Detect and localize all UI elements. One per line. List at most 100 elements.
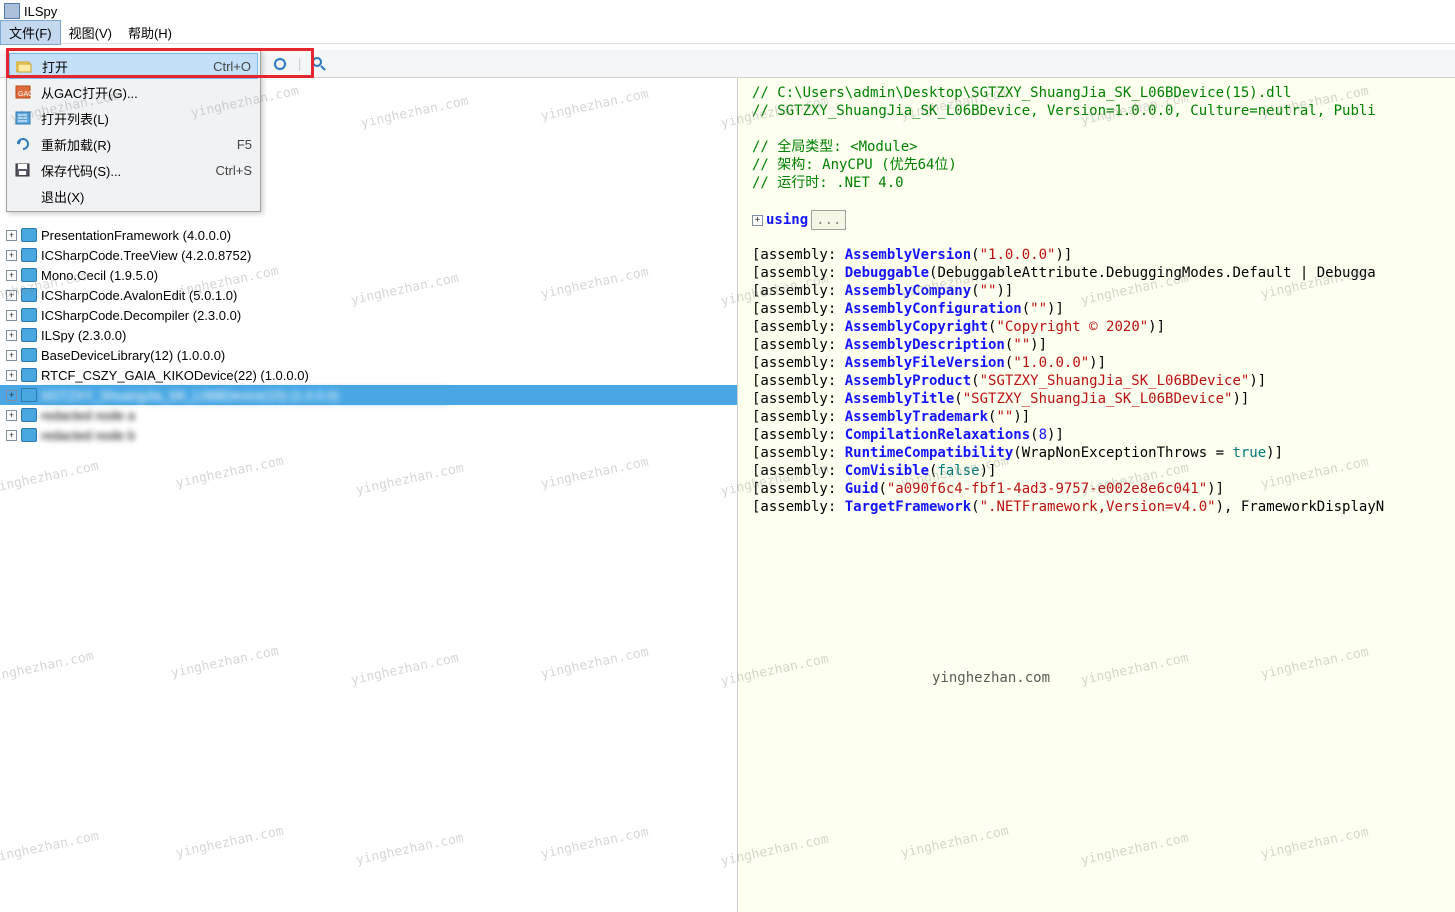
tree-node[interactable]: + ICSharpCode.AvalonEdit (5.0.1.0)	[0, 285, 737, 305]
search-icon[interactable]	[309, 54, 329, 74]
tree-node[interactable]: + Mono.Cecil (1.9.5.0)	[0, 265, 737, 285]
tree-node-label: ICSharpCode.TreeView (4.2.0.8752)	[41, 248, 251, 263]
svg-text:GAC: GAC	[18, 91, 31, 98]
tree-node-label: RTCF_CSZY_GAIA_KIKODevice(22) (1.0.0.0)	[41, 368, 309, 383]
list-open-icon	[9, 111, 37, 125]
code-comment-line: // 架构: AnyCPU (优先64位)	[752, 156, 1455, 174]
gac-icon: GAC	[9, 85, 37, 99]
file-menu-save-label: 保存代码(S)...	[37, 161, 216, 180]
menubar-help[interactable]: 帮助(H)	[120, 21, 180, 44]
code-attribute-line: [assembly: TargetFramework(".NETFramewor…	[752, 498, 1455, 516]
file-menu-reload[interactable]: 重新加载(R) F5	[9, 131, 258, 157]
menubar-file[interactable]: 文件(F)	[0, 20, 61, 45]
tree-node[interactable]: +ICSharpCode.Decompiler (2.3.0.0)	[0, 305, 737, 325]
expand-icon[interactable]: +	[6, 390, 17, 401]
assembly-icon	[21, 288, 37, 302]
code-attribute-line: [assembly: AssemblyVersion("1.0.0.0")]	[752, 246, 1455, 264]
code-attribute-line: [assembly: AssemblyTrademark("")]	[752, 408, 1455, 426]
file-menu-open-list-label: 打开列表(L)	[37, 109, 252, 128]
nav-icon[interactable]	[270, 54, 290, 74]
code-attribute-line: [assembly: AssemblyConfiguration("")]	[752, 300, 1455, 318]
code-comment-line: // C:\Users\admin\Desktop\SGTZXY_ShuangJ…	[752, 84, 1455, 102]
tree-node[interactable]: + redacted node a	[0, 405, 737, 425]
file-menu-open-list[interactable]: 打开列表(L)	[9, 105, 258, 131]
assembly-icon	[21, 228, 37, 242]
tree-node-label: Mono.Cecil (1.9.5.0)	[41, 268, 158, 283]
code-comment-line	[752, 120, 1455, 138]
tree-node-label: SGTZXY_ShuangJia_SK_L06BDevice(15) (1.0.…	[41, 388, 449, 403]
code-attribute-line: [assembly: AssemblyCopyright("Copyright …	[752, 318, 1455, 336]
code-attribute-line: [assembly: AssemblyTitle("SGTZXY_ShuangJ…	[752, 390, 1455, 408]
file-menu-reload-label: 重新加载(R)	[37, 135, 237, 154]
expand-icon[interactable]: +	[6, 230, 17, 241]
app-icon	[4, 3, 20, 19]
menubar: 文件(F) 视图(V) 帮助(H)	[0, 22, 1455, 44]
fold-ellipsis[interactable]: ...	[811, 210, 846, 230]
tree-node-label: PresentationFramework (4.0.0.0)	[41, 228, 231, 243]
tree-node[interactable]: + RTCF_CSZY_GAIA_KIKODevice(22) (1.0.0.0)	[0, 365, 737, 385]
tree-node-label: ILSpy (2.3.0.0)	[41, 328, 126, 343]
tree-node[interactable]: + BaseDeviceLibrary(12) (1.0.0.0)	[0, 345, 737, 365]
code-attribute-line: [assembly: AssemblyDescription("")]	[752, 336, 1455, 354]
tree-node[interactable]: + ILSpy (2.3.0.0)	[0, 325, 737, 345]
expand-icon[interactable]: +	[6, 370, 17, 381]
assembly-icon	[21, 348, 37, 362]
expand-icon[interactable]: +	[6, 330, 17, 341]
code-comment-line: // 全局类型: <Module>	[752, 138, 1455, 156]
assembly-icon	[21, 268, 37, 282]
code-using-line: +using...	[752, 210, 1455, 228]
code-comment-line: // 运行时: .NET 4.0	[752, 174, 1455, 192]
toolbar-sep: |	[298, 56, 301, 71]
file-menu-open-shortcut: Ctrl+O	[213, 59, 251, 74]
expand-icon[interactable]: +	[6, 310, 17, 321]
refresh-icon	[9, 137, 37, 151]
code-comment-line: // SGTZXY_ShuangJia_SK_L06BDevice, Versi…	[752, 102, 1455, 120]
assembly-icon	[21, 388, 37, 402]
fold-icon[interactable]: +	[752, 215, 763, 226]
file-menu-open-gac-label: 从GAC打开(G)...	[37, 83, 252, 102]
expand-icon[interactable]: +	[6, 350, 17, 361]
expand-icon[interactable]: +	[6, 250, 17, 261]
file-menu-open[interactable]: 打开 Ctrl+O	[9, 53, 258, 79]
expand-icon[interactable]: +	[6, 410, 17, 421]
folder-open-icon	[10, 59, 38, 73]
code-blank-line	[752, 228, 1455, 246]
file-menu: 打开 Ctrl+O GAC 从GAC打开(G)... 打开列表(L) 重新加载(…	[6, 50, 261, 212]
expand-icon[interactable]: +	[6, 430, 17, 441]
tree-node-label: ICSharpCode.AvalonEdit (5.0.1.0)	[41, 288, 237, 303]
expand-icon[interactable]: +	[6, 290, 17, 301]
titlebar: ILSpy	[0, 0, 1455, 22]
file-menu-open-gac[interactable]: GAC 从GAC打开(G)...	[9, 79, 258, 105]
assembly-icon	[21, 368, 37, 382]
save-icon	[9, 163, 37, 177]
code-attribute-line: [assembly: Debuggable(DebuggableAttribut…	[752, 264, 1455, 282]
code-blank-line	[752, 192, 1455, 210]
code-attribute-line: [assembly: RuntimeCompatibility(WrapNonE…	[752, 444, 1455, 462]
menubar-view[interactable]: 视图(V)	[61, 21, 120, 44]
file-menu-save-shortcut: Ctrl+S	[216, 163, 252, 178]
tree-node[interactable]: +redacted node b	[0, 425, 737, 445]
expand-icon[interactable]: +	[6, 270, 17, 281]
code-attribute-line: [assembly: AssemblyCompany("")]	[752, 282, 1455, 300]
code-attribute-line: [assembly: AssemblyFileVersion("1.0.0.0"…	[752, 354, 1455, 372]
assembly-icon	[21, 408, 37, 422]
file-menu-reload-shortcut: F5	[237, 137, 252, 152]
tree-node[interactable]: + ICSharpCode.TreeView (4.2.0.8752)	[0, 245, 737, 265]
code-attribute-line: [assembly: CompilationRelaxations(8)]	[752, 426, 1455, 444]
code-attribute-line: [assembly: ComVisible(false)]	[752, 462, 1455, 480]
assembly-icon	[21, 308, 37, 322]
tree-node[interactable]: + PresentationFramework (4.0.0.0)	[0, 225, 737, 245]
tree-node-label: BaseDeviceLibrary(12) (1.0.0.0)	[41, 348, 225, 363]
code-attribute-line: [assembly: AssemblyProduct("SGTZXY_Shuan…	[752, 372, 1455, 390]
app-title: ILSpy	[24, 4, 57, 19]
file-menu-exit[interactable]: 退出(X)	[9, 183, 258, 209]
file-menu-open-label: 打开	[38, 57, 213, 76]
file-menu-save[interactable]: 保存代码(S)... Ctrl+S	[9, 157, 258, 183]
assembly-icon	[21, 328, 37, 342]
code-attribute-line: [assembly: Guid("a090f6c4-fbf1-4ad3-9757…	[752, 480, 1455, 498]
tree-node[interactable]: + SGTZXY_ShuangJia_SK_L06BDevice(15) (1.0…	[0, 385, 737, 405]
code-view[interactable]: // C:\Users\admin\Desktop\SGTZXY_ShuangJ…	[738, 78, 1455, 912]
assembly-icon	[21, 428, 37, 442]
tree-node-label: redacted node a	[41, 408, 135, 423]
file-menu-exit-label: 退出(X)	[37, 187, 252, 206]
